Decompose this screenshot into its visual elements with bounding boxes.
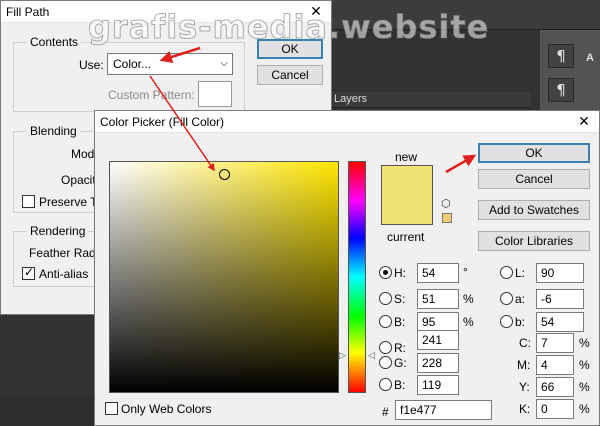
new-label: new — [395, 150, 418, 164]
use-label: Use: — [79, 58, 104, 72]
blue-radio[interactable] — [379, 378, 392, 391]
brightness-radio[interactable] — [379, 315, 392, 328]
color-libraries-button[interactable]: Color Libraries — [478, 231, 590, 251]
fill-path-titlebar: Fill Path ✕ — [1, 1, 331, 23]
color-field-black-gradient — [110, 162, 338, 392]
lightness-label: L: — [515, 266, 526, 280]
cube-icon[interactable]: ⬡ — [441, 197, 451, 210]
black-input[interactable]: 0 — [536, 399, 574, 419]
a-channel-radio[interactable] — [500, 292, 513, 305]
fill-path-cancel-button[interactable]: Cancel — [257, 65, 323, 85]
red-input[interactable]: 241 — [417, 330, 459, 350]
green-radio[interactable] — [379, 356, 392, 369]
only-web-colors-label: Only Web Colors — [121, 402, 212, 416]
magenta-unit: % — [579, 358, 590, 372]
yellow-label: Y: — [519, 380, 530, 394]
green-input[interactable]: 228 — [417, 353, 459, 373]
red-radio[interactable] — [379, 341, 392, 354]
hue-slider-left-arrow[interactable]: ▷ — [339, 351, 346, 361]
brightness-label: B: — [394, 315, 406, 329]
hue-unit: ° — [463, 265, 468, 279]
yellow-unit: % — [579, 380, 590, 394]
fill-path-title: Fill Path — [6, 5, 50, 19]
blue-input[interactable]: 119 — [417, 375, 459, 395]
magenta-label: M: — [517, 358, 531, 372]
b-channel-radio[interactable] — [500, 315, 513, 328]
contents-label: Contents — [27, 35, 82, 49]
cyan-unit: % — [579, 336, 590, 350]
paragraph-panel-icon[interactable]: ¶ — [548, 44, 574, 68]
fill-path-ok-button[interactable]: OK — [257, 39, 323, 59]
panel-glyph: A — [586, 52, 594, 64]
custom-pattern-swatch[interactable] — [198, 81, 232, 107]
add-to-swatches-button[interactable]: Add to Swatches — [478, 200, 590, 220]
cyan-label: C: — [519, 336, 531, 350]
color-picker-ok-button[interactable]: OK — [478, 143, 590, 163]
black-unit: % — [579, 402, 590, 416]
new-color-swatch — [381, 165, 433, 195]
a-channel-input[interactable]: -6 — [536, 289, 584, 309]
status-bar — [0, 396, 104, 426]
color-picker-title: Color Picker (Fill Color) — [100, 115, 225, 129]
lightness-radio[interactable] — [500, 266, 513, 279]
antialias-checkbox[interactable] — [22, 265, 35, 280]
current-color-swatch[interactable] — [381, 195, 433, 225]
cyan-input[interactable]: 7 — [536, 333, 574, 353]
lightness-input[interactable]: 90 — [536, 263, 584, 283]
saturation-radio[interactable] — [379, 292, 392, 305]
black-label: K: — [519, 402, 531, 416]
use-select-value: Color... — [113, 57, 152, 71]
yellow-input[interactable]: 66 — [536, 377, 574, 397]
preserve-transparency-checkbox[interactable] — [22, 195, 35, 208]
custom-pattern-label: Custom Pattern: — [108, 88, 195, 102]
chevron-down-icon: ⌵ — [220, 58, 228, 69]
hue-slider-right-arrow[interactable]: ◁ — [368, 351, 375, 361]
layers-tab-label: Layers — [334, 93, 368, 105]
hue-label: H: — [394, 266, 406, 280]
only-web-colors-checkbox[interactable] — [105, 402, 118, 415]
brightness-input[interactable]: 95 — [417, 312, 459, 332]
saturation-brightness-field[interactable] — [109, 161, 339, 393]
hue-input[interactable]: 54 — [417, 263, 459, 283]
layers-panel-tab[interactable]: Layers — [330, 92, 530, 108]
use-select[interactable]: Color... ⌵ — [107, 53, 233, 75]
saturation-unit: % — [463, 292, 474, 306]
b-channel-input[interactable]: 54 — [536, 312, 584, 332]
close-icon[interactable]: ✕ — [301, 1, 331, 23]
current-label: current — [387, 230, 425, 244]
hue-radio[interactable] — [379, 266, 392, 279]
green-label: G: — [394, 356, 407, 370]
color-selector-circle[interactable] — [219, 169, 230, 180]
magenta-input[interactable]: 4 — [536, 355, 574, 375]
paragraph-styles-icon[interactable]: ¶ — [548, 78, 574, 102]
brightness-unit: % — [463, 315, 474, 329]
antialias-label: Anti-alias — [39, 267, 89, 281]
web-safe-color-swatch[interactable] — [442, 213, 452, 223]
rendering-label: Rendering — [27, 224, 89, 238]
blending-label: Blending — [27, 124, 80, 138]
color-picker-cancel-button[interactable]: Cancel — [478, 169, 590, 189]
a-channel-label: a: — [515, 292, 526, 306]
hue-slider[interactable] — [348, 161, 366, 393]
red-label: R: — [394, 341, 406, 355]
b-channel-label: b: — [515, 315, 526, 329]
close-icon[interactable]: ✕ — [569, 111, 599, 133]
color-picker-titlebar: Color Picker (Fill Color) ✕ — [95, 111, 599, 133]
blue-label: B: — [394, 378, 406, 392]
saturation-input[interactable]: 51 — [417, 289, 459, 309]
saturation-label: S: — [394, 292, 406, 306]
color-picker-dialog: Color Picker (Fill Color) ✕ ▷ ◁ new curr… — [94, 110, 600, 426]
hex-label: # — [382, 405, 389, 419]
options-bar — [330, 0, 600, 30]
hex-input[interactable]: f1e477 — [395, 400, 492, 420]
